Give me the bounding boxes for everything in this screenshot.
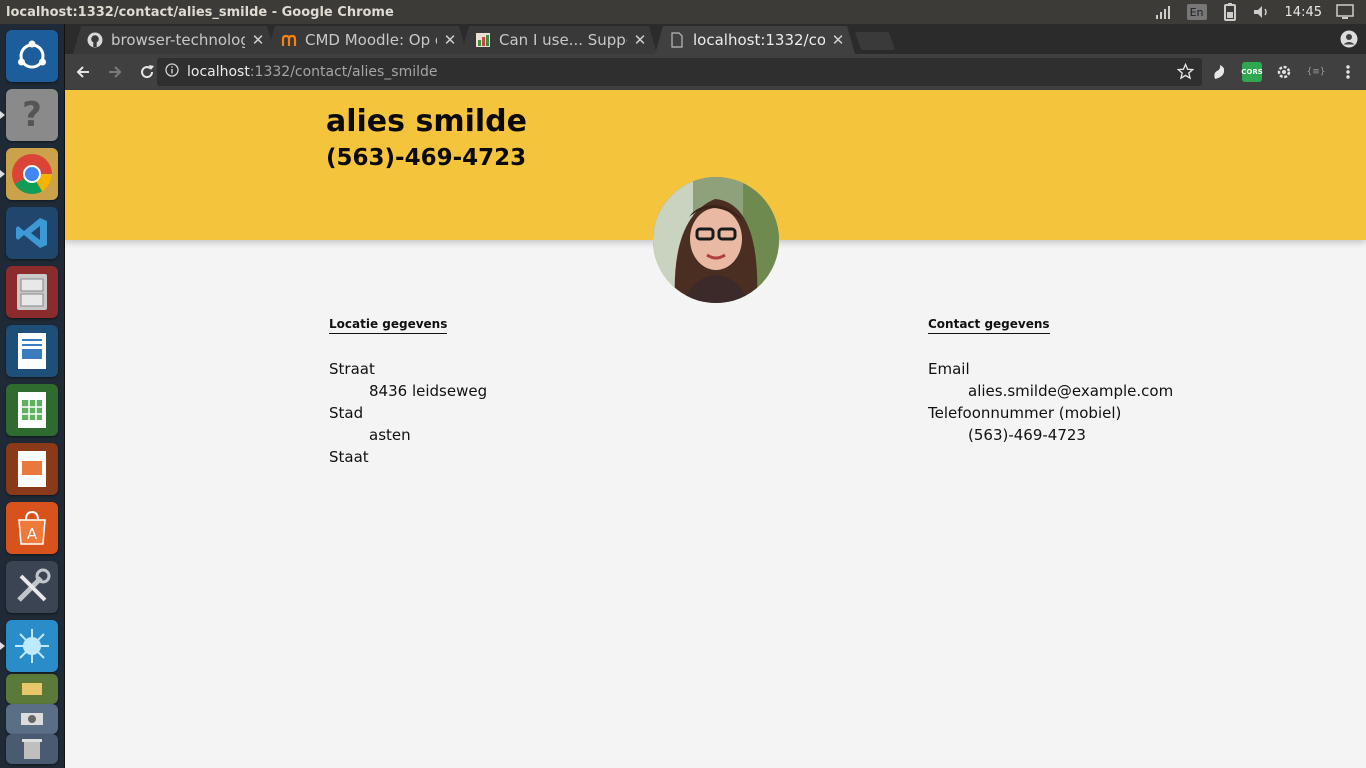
svg-text:A: A (27, 525, 38, 543)
trash-icon[interactable] (6, 734, 58, 764)
ubuntu-dash-icon[interactable] (6, 30, 58, 82)
clock[interactable]: 14:45 (1285, 5, 1322, 20)
tab-cmd-moodle[interactable]: CMD Moodle: Op de ✕ (267, 26, 467, 54)
tab-localhost-contact[interactable]: localhost:1332/con ✕ (655, 26, 855, 54)
contact-heading: Contact gegevens (928, 317, 1050, 334)
browser-toolbar: localhost:1332/contact/alies_smilde CORS… (65, 54, 1366, 90)
contact-details: Email alies.smilde@example.com Telefoonn… (928, 358, 1173, 446)
city-label: Stad (329, 404, 364, 422)
system-settings-icon[interactable] (6, 561, 58, 613)
session-menu-icon[interactable] (1336, 4, 1354, 20)
tab-title: Can I use... Support (499, 31, 626, 49)
email-value: alies.smilde@example.com (968, 382, 1174, 400)
close-tab-icon[interactable]: ✕ (251, 31, 265, 49)
cors-extension-icon[interactable]: CORS (1241, 62, 1263, 82)
location-heading: Locatie gegevens (329, 317, 448, 334)
keyboard-layout-indicator[interactable]: En (1186, 4, 1207, 20)
street-value: 8436 leidseweg (369, 382, 488, 400)
tab-strip: browser-technolog ✕ CMD Moodle: Op de ✕ … (65, 24, 1366, 54)
chrome-icon[interactable] (6, 148, 58, 200)
gnome-extension-icon[interactable] (1210, 62, 1230, 82)
writer-icon[interactable] (6, 325, 58, 377)
calc-icon[interactable] (6, 384, 58, 436)
chrome-menu-icon[interactable] (1338, 62, 1358, 82)
mobile-label: Telefoonnummer (mobiel) (928, 404, 1122, 422)
location-section: Locatie gegevens Straat 8436 leidseweg S… (329, 314, 487, 468)
running-indicator (0, 642, 5, 650)
url-path: :1332/contact/alies_smilde (249, 64, 438, 80)
battery-icon[interactable] (1221, 3, 1239, 21)
running-indicator (0, 170, 5, 178)
tab-browser-technology[interactable]: browser-technolog ✕ (73, 26, 275, 54)
pinwheel-icon[interactable] (6, 620, 58, 672)
avatar (653, 177, 779, 303)
github-icon (87, 32, 103, 48)
help-icon[interactable]: ? (6, 89, 58, 141)
contact-section: Contact gegevens Email alies.smilde@exam… (928, 314, 1173, 446)
network-icon[interactable] (1155, 4, 1173, 20)
json-viewer-extension-icon[interactable]: {≡} (1306, 62, 1326, 82)
address-bar[interactable]: localhost:1332/contact/alies_smilde (157, 58, 1202, 86)
launcher: ? A (0, 24, 65, 768)
mounted-drive-icon[interactable] (6, 704, 58, 734)
new-tab-button[interactable] (854, 32, 896, 50)
tab-title: browser-technolog (111, 31, 245, 49)
impress-icon[interactable] (6, 443, 58, 495)
close-tab-icon[interactable]: ✕ (443, 31, 457, 49)
email-label: Email (928, 360, 970, 378)
moodle-icon (281, 32, 297, 48)
page-content: alies smilde (563)-469-4723 Locatie gege… (65, 90, 1366, 768)
street-label: Straat (329, 360, 375, 378)
page-icon (669, 32, 685, 48)
running-indicator (0, 111, 5, 119)
caniuse-icon (475, 32, 491, 48)
mobile-value: (563)-469-4723 (968, 426, 1086, 444)
workspaces-icon[interactable] (6, 674, 58, 704)
forward-button[interactable] (101, 58, 129, 86)
top-panel: localhost:1332/contact/alies_smilde - Go… (0, 0, 1366, 24)
contact-name: alies smilde (326, 104, 527, 139)
files-icon[interactable] (6, 266, 58, 318)
url-host: localhost (187, 64, 250, 80)
system-tray: En 14:45 (1155, 3, 1366, 21)
profile-icon[interactable] (1340, 30, 1358, 48)
tab-caniuse[interactable]: Can I use... Support ✕ (461, 26, 657, 54)
close-tab-icon[interactable]: ✕ (633, 31, 647, 49)
contact-phone: (563)-469-4723 (326, 145, 527, 171)
state-label: Staat (329, 448, 369, 466)
close-tab-icon[interactable]: ✕ (831, 31, 845, 49)
window-title: localhost:1332/contact/alies_smilde - Go… (6, 4, 394, 20)
settings-extension-icon[interactable] (1274, 62, 1294, 82)
tab-title: localhost:1332/con (693, 31, 825, 49)
volume-icon[interactable] (1253, 4, 1271, 20)
vscode-icon[interactable] (6, 207, 58, 259)
info-icon[interactable] (165, 63, 179, 81)
city-value: asten (369, 426, 411, 444)
software-center-icon[interactable]: A (6, 502, 58, 554)
bookmark-star-icon[interactable] (1176, 62, 1195, 84)
tab-title: CMD Moodle: Op de (305, 31, 431, 49)
back-button[interactable] (69, 58, 97, 86)
location-details: Straat 8436 leidseweg Stad asten Staat (329, 358, 487, 468)
